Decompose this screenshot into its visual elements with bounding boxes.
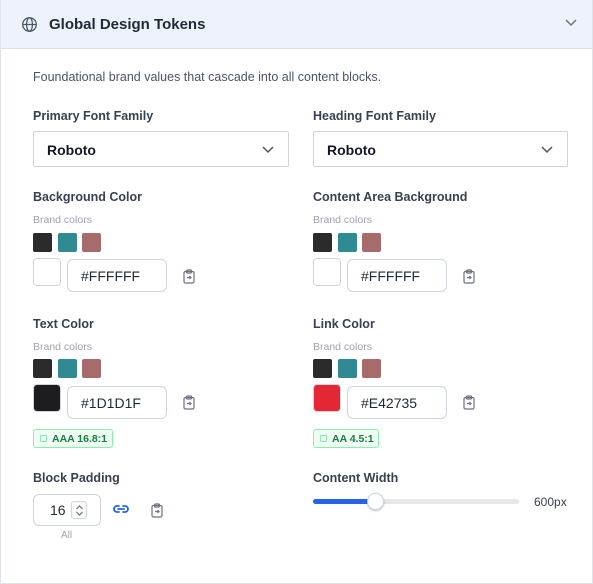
clipboard-icon[interactable] <box>182 269 196 284</box>
brand-swatch[interactable] <box>362 233 381 252</box>
text-color-swatch[interactable] <box>33 384 61 412</box>
panel-description: Foundational brand values that cascade i… <box>33 70 382 84</box>
panel-header[interactable]: Global Design Tokens <box>1 0 592 49</box>
block-padding-label: Block Padding <box>33 471 120 485</box>
background-color-hex-input[interactable]: #FFFFFF <box>67 259 167 292</box>
hex-value: #E42735 <box>361 395 418 411</box>
hex-value: #1D1D1F <box>81 395 141 411</box>
contrast-ratio: AA 4.5:1 <box>332 433 374 445</box>
hex-value: #FFFFFF <box>81 268 141 284</box>
brand-colors-label: Brand colors <box>33 214 92 226</box>
heading-font-label: Heading Font Family <box>313 109 436 123</box>
brand-swatch[interactable] <box>58 359 77 378</box>
link-color-hex-input[interactable]: #E42735 <box>347 386 447 419</box>
global-design-tokens-panel: Global Design Tokens Foundational brand … <box>0 0 593 584</box>
globe-icon <box>22 17 37 32</box>
link-color-label: Link Color <box>313 317 375 331</box>
contrast-indicator-icon <box>40 435 47 442</box>
background-color-label: Background Color <box>33 190 143 204</box>
hex-value: #FFFFFF <box>361 268 421 284</box>
text-color-hex-input[interactable]: #1D1D1F <box>67 386 167 419</box>
content-area-bg-swatch[interactable] <box>313 258 341 286</box>
heading-font-select[interactable]: Roboto <box>313 131 568 167</box>
brand-swatch[interactable] <box>82 359 101 378</box>
primary-font-label: Primary Font Family <box>33 109 154 123</box>
link-color-swatch[interactable] <box>313 384 341 412</box>
background-color-swatch[interactable] <box>33 258 61 286</box>
clipboard-icon[interactable] <box>150 503 164 518</box>
text-color-label: Text Color <box>33 317 94 331</box>
brand-swatch[interactable] <box>313 359 332 378</box>
heading-font-value: Roboto <box>327 142 376 158</box>
chevron-down-icon[interactable] <box>564 18 578 28</box>
brand-colors-label: Brand colors <box>313 341 372 353</box>
primary-font-select[interactable]: Roboto <box>33 131 289 167</box>
brand-swatch[interactable] <box>33 359 52 378</box>
brand-colors-label: Brand colors <box>313 214 372 226</box>
brand-swatch[interactable] <box>82 233 101 252</box>
brand-swatch[interactable] <box>313 233 332 252</box>
content-width-value: 600px <box>534 495 567 509</box>
padding-scope-label: All <box>61 530 73 541</box>
content-width-slider-fill <box>313 499 375 504</box>
brand-swatch[interactable] <box>362 359 381 378</box>
chevron-down-icon <box>541 146 553 154</box>
padding-value: 16 <box>50 502 66 518</box>
contrast-ratio: AAA 16.8:1 <box>52 433 108 445</box>
brand-colors-label: Brand colors <box>33 341 92 353</box>
block-padding-stepper[interactable]: 16 <box>33 494 101 526</box>
clipboard-icon[interactable] <box>182 395 196 410</box>
clipboard-icon[interactable] <box>462 269 476 284</box>
contrast-badge: AA 4.5:1 <box>313 429 379 448</box>
spin-buttons[interactable] <box>71 501 87 519</box>
brand-swatch[interactable] <box>58 233 77 252</box>
contrast-indicator-icon <box>320 435 327 442</box>
content-area-bg-hex-input[interactable]: #FFFFFF <box>347 259 447 292</box>
brand-swatch[interactable] <box>338 233 357 252</box>
content-width-label: Content Width <box>313 471 399 485</box>
chevron-down-icon <box>262 146 274 154</box>
panel-title: Global Design Tokens <box>49 16 206 33</box>
brand-swatch[interactable] <box>338 359 357 378</box>
brand-swatch[interactable] <box>33 233 52 252</box>
contrast-badge: AAA 16.8:1 <box>33 429 113 448</box>
primary-font-value: Roboto <box>47 142 96 158</box>
content-area-bg-label: Content Area Background <box>313 190 468 204</box>
link-icon[interactable] <box>112 502 130 516</box>
spinner-arrows-icon <box>76 505 83 516</box>
clipboard-icon[interactable] <box>462 395 476 410</box>
content-width-slider-thumb[interactable] <box>367 493 384 510</box>
